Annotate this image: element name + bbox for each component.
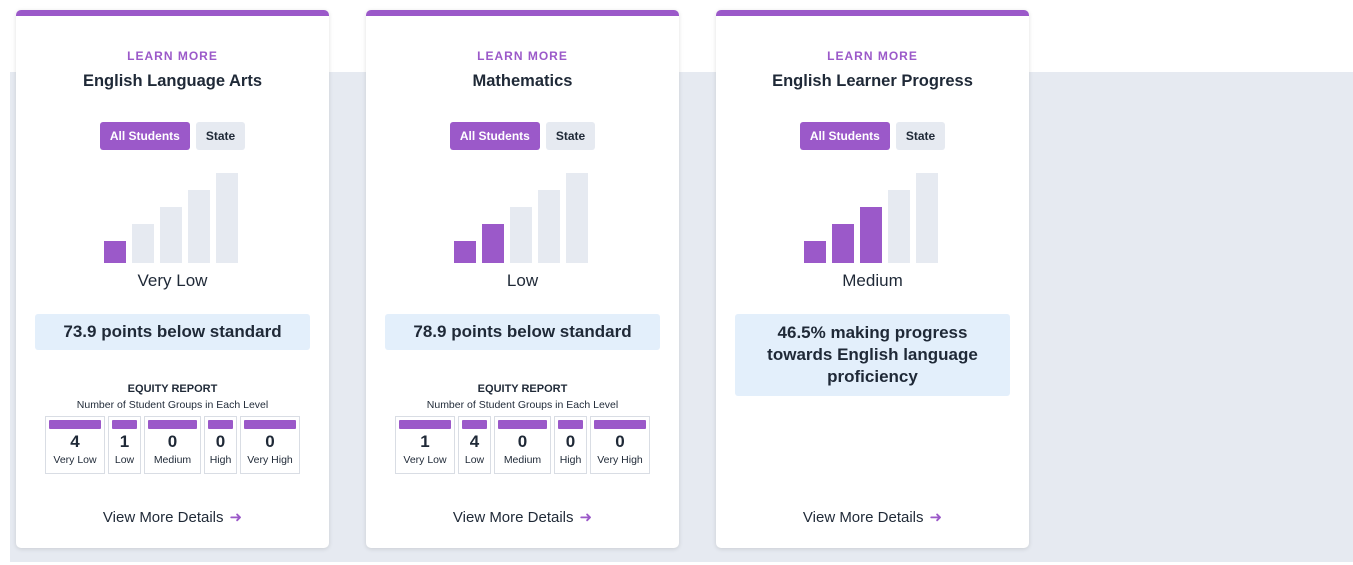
level-label: Medium	[153, 454, 192, 466]
arrow-right-icon: ➜	[229, 509, 243, 526]
level-color-bar	[244, 420, 296, 429]
equity-cell-medium[interactable]: 0 Medium	[144, 416, 201, 474]
student-group-toggle: All Students State	[366, 122, 679, 150]
level-color-bar	[594, 420, 646, 429]
level-color-bar	[498, 420, 547, 429]
gauge-bar-3	[860, 207, 882, 263]
level-label: Very High	[597, 454, 643, 466]
dashboard-card-math: LEARN MORE Mathematics All Students Stat…	[366, 10, 679, 548]
gauge-bar-5	[566, 173, 588, 263]
group-count: 0	[215, 432, 226, 451]
equity-report-table: 1 Very Low 4 Low 0 Medium 0 High 0 Very …	[366, 416, 679, 474]
equity-cell-very-high[interactable]: 0 Very High	[590, 416, 650, 474]
gauge-bar-4	[538, 190, 560, 263]
level-label: Low	[464, 454, 485, 466]
level-color-bar	[399, 420, 451, 429]
equity-report-subtitle: Number of Student Groups in Each Level	[76, 399, 269, 411]
view-more-details-link[interactable]: View More Details ➜	[16, 508, 329, 526]
gauge-bar-3	[160, 207, 182, 263]
details-label: View More Details	[802, 509, 924, 526]
performance-level-label: Very Low	[137, 271, 208, 290]
student-group-toggle: All Students State	[16, 122, 329, 150]
equity-cell-very-low[interactable]: 4 Very Low	[45, 416, 105, 474]
equity-cell-high[interactable]: 0 High	[554, 416, 587, 474]
level-color-bar	[49, 420, 101, 429]
arrow-right-icon: ➜	[579, 509, 593, 526]
level-label: Very High	[247, 454, 293, 466]
all-students-button[interactable]: All Students	[449, 122, 540, 150]
view-more-details-link[interactable]: View More Details ➜	[366, 508, 679, 526]
group-count: 1	[420, 432, 430, 451]
equity-cell-very-low[interactable]: 1 Very Low	[395, 416, 455, 474]
gauge-bar-2	[132, 224, 154, 263]
card-title: Mathematics	[472, 72, 573, 90]
dashboard-card-english-learner-progress: LEARN MORE English Learner Progress All …	[716, 10, 1029, 548]
gauge-bar-4	[188, 190, 210, 263]
level-label: High	[209, 454, 232, 466]
equity-cell-low[interactable]: 4 Low	[458, 416, 491, 474]
level-color-bar	[462, 420, 487, 429]
dashboard-card-ela: LEARN MORE English Language Arts All Stu…	[16, 10, 329, 548]
level-color-bar	[148, 420, 197, 429]
equity-report-table: 4 Very Low 1 Low 0 Medium 0 High 0 Very …	[16, 416, 329, 474]
level-label: Medium	[503, 454, 542, 466]
level-color-bar	[112, 420, 137, 429]
equity-cell-medium[interactable]: 0 Medium	[494, 416, 551, 474]
group-count: 4	[70, 432, 80, 451]
details-label: View More Details	[102, 509, 224, 526]
status-box: 46.5% making progress towards English la…	[735, 314, 1010, 396]
state-button[interactable]: State	[195, 122, 246, 150]
card-title: English Learner Progress	[772, 72, 973, 90]
gauge-bar-2	[482, 224, 504, 263]
gauge-bar-1	[804, 241, 826, 263]
gauge-bar-1	[454, 241, 476, 263]
equity-cell-high[interactable]: 0 High	[204, 416, 237, 474]
gauge-bar-2	[832, 224, 854, 263]
performance-level-label: Low	[506, 271, 539, 290]
gauge-bar-5	[216, 173, 238, 263]
equity-report-title: EQUITY REPORT	[127, 383, 218, 395]
performance-level-label: Medium	[842, 271, 903, 290]
status-box: 73.9 points below standard	[35, 314, 310, 350]
performance-level-gauge	[804, 173, 940, 263]
arrow-right-icon: ➜	[929, 509, 943, 526]
group-count: 0	[517, 432, 528, 451]
group-count: 0	[565, 432, 576, 451]
level-color-bar	[558, 420, 583, 429]
group-count: 1	[119, 432, 130, 451]
level-label: Low	[114, 454, 135, 466]
state-button[interactable]: State	[895, 122, 946, 150]
group-count: 4	[469, 432, 480, 451]
level-label: Very Low	[53, 454, 97, 466]
all-students-button[interactable]: All Students	[799, 122, 890, 150]
performance-level-gauge	[454, 173, 590, 263]
learn-more-link[interactable]: LEARN MORE	[716, 49, 1029, 63]
group-count: 0	[167, 432, 178, 451]
equity-report-title: EQUITY REPORT	[477, 383, 568, 395]
level-color-bar	[208, 420, 233, 429]
card-title: English Language Arts	[82, 72, 263, 90]
learn-more-link[interactable]: LEARN MORE	[366, 49, 679, 63]
status-box: 78.9 points below standard	[385, 314, 660, 350]
gauge-bar-1	[104, 241, 126, 263]
state-button[interactable]: State	[545, 122, 596, 150]
learn-more-link[interactable]: LEARN MORE	[16, 49, 329, 63]
performance-level-gauge	[104, 173, 240, 263]
group-count: 0	[265, 432, 275, 451]
equity-cell-low[interactable]: 1 Low	[108, 416, 141, 474]
gauge-bar-4	[888, 190, 910, 263]
view-more-details-link[interactable]: View More Details ➜	[716, 508, 1029, 526]
group-count: 0	[615, 432, 625, 451]
all-students-button[interactable]: All Students	[99, 122, 190, 150]
equity-report-subtitle: Number of Student Groups in Each Level	[426, 399, 619, 411]
student-group-toggle: All Students State	[716, 122, 1029, 150]
level-label: High	[559, 454, 582, 466]
equity-cell-very-high[interactable]: 0 Very High	[240, 416, 300, 474]
gauge-bar-5	[916, 173, 938, 263]
gauge-bar-3	[510, 207, 532, 263]
level-label: Very Low	[403, 454, 447, 466]
details-label: View More Details	[452, 509, 574, 526]
